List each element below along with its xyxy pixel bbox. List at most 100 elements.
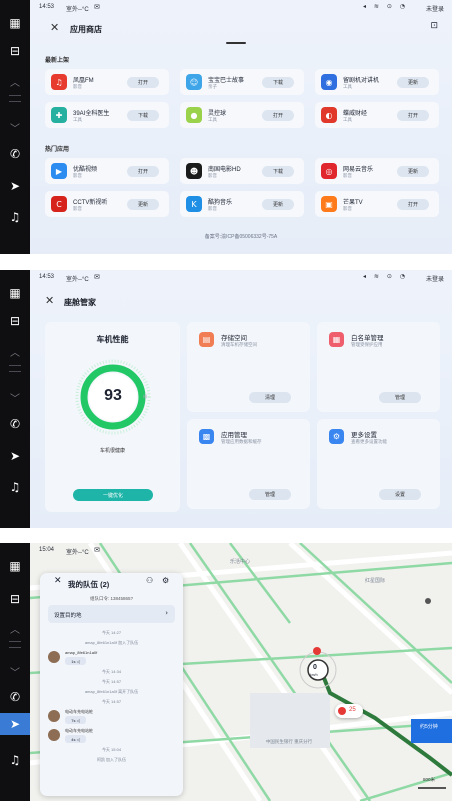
fan-up-icon[interactable]: ︿	[0, 617, 30, 639]
performance-card: 车机性能 93 ⊞ 车机很健康 一键优化	[45, 322, 180, 512]
status-bar: 14:53 室外--°C ✉ ◂ ≋ ⊙ ◔ 未登录	[30, 270, 452, 284]
apps-grid-icon[interactable]: ▦	[0, 555, 30, 577]
tool-icon: ▤	[199, 332, 214, 347]
app-action-button[interactable]: 更新	[262, 199, 294, 210]
download-manager-icon[interactable]: ⊡	[430, 21, 438, 31]
message-time: 今天 14:57	[101, 699, 122, 704]
tool-action-button[interactable]: 管理	[249, 489, 291, 500]
mail-icon[interactable]: ✉	[94, 3, 100, 11]
phone-icon[interactable]: ✆	[0, 686, 30, 708]
phone-icon[interactable]: ✆	[0, 143, 30, 165]
app-card[interactable]: ✚ 39AI全科医生 工具 下载	[45, 102, 169, 128]
app-category: 亲子	[208, 84, 217, 89]
map-view[interactable]: 乐活中心 红星国际 中国民生银行 重庆分行 0 km/h 25 约5分钟 800…	[30, 543, 452, 801]
music-icon[interactable]: ♫	[0, 206, 30, 228]
app-action-button[interactable]: 更新	[127, 199, 159, 210]
message-sender: amap_8fe61n1a0f	[65, 650, 98, 655]
app-action-button[interactable]: 打开	[127, 77, 159, 88]
app-category: 影音	[73, 173, 82, 178]
voice-message[interactable]: 4s ◁	[65, 735, 86, 743]
app-action-button[interactable]: 打开	[127, 166, 159, 177]
app-icon: ◎	[321, 163, 337, 179]
app-action-button[interactable]: 下载	[127, 110, 159, 121]
app-icon: ◉	[321, 74, 337, 90]
app-action-button[interactable]: 打开	[397, 110, 429, 121]
app-name: 凤凰FM	[73, 78, 94, 84]
fan-up-icon[interactable]: ︿	[0, 340, 30, 362]
tool-icon: ▦	[329, 332, 344, 347]
app-card[interactable]: ▶ 优酷视频 影音 打开	[45, 158, 169, 184]
fan-up-icon[interactable]: ︿	[0, 70, 30, 92]
app-card[interactable]: K 酷狗音乐 影音 更新	[180, 191, 304, 217]
music-icon[interactable]: ♫	[0, 476, 30, 498]
seat-icon[interactable]: ⊟	[0, 40, 30, 62]
seat-icon[interactable]: ⊟	[0, 588, 30, 610]
close-icon[interactable]: ✕	[50, 21, 59, 34]
tool-card: ▦ 白名单管理 管理受保护应用 管理	[317, 322, 440, 412]
voice-message[interactable]: 7s ◁	[65, 716, 86, 724]
app-card[interactable]: C CCTV新视听 影音 更新	[45, 191, 169, 217]
app-card[interactable]: ◉ 留剧机对讲机 工具 更新	[315, 69, 439, 95]
fan-down-icon[interactable]: ﹀	[0, 116, 30, 138]
set-destination-button[interactable]: 设置目的地 ›	[48, 605, 175, 623]
tool-title: 白名单管理	[351, 335, 384, 342]
app-icon: ♫	[51, 74, 67, 90]
apps-grid-icon[interactable]: ▦	[0, 282, 30, 304]
icp-footer: 备案号:渝ICP备05006332号-75A	[204, 234, 278, 240]
app-card[interactable]: ♫ 凤凰FM 影音 打开	[45, 69, 169, 95]
signal-icons: ◂ ≋ ⊙ ◔	[362, 3, 408, 10]
app-card[interactable]: ● 灵控球 工具 打开	[180, 102, 304, 128]
app-card[interactable]: ◐ 蝶威财经 工具 打开	[315, 102, 439, 128]
tool-action-button[interactable]: 清理	[249, 392, 291, 403]
message-notice: amap_8fe61n1a0f 离开了队伍	[84, 689, 139, 694]
app-card[interactable]: ☻ 南国电影HD 影音 下载	[180, 158, 304, 184]
app-card[interactable]: ▣ 芒果TV 影音 打开	[315, 191, 439, 217]
phone-icon[interactable]: ✆	[0, 413, 30, 435]
settings-icon[interactable]: ⚙	[162, 576, 169, 585]
butler-content: 14:53 室外--°C ✉ ◂ ≋ ⊙ ◔ 未登录 ✕ 座舱管家 车机性能 9…	[30, 270, 452, 528]
app-card[interactable]: ☺ 宝宝巴士故事 亲子 下载	[180, 69, 304, 95]
mail-icon[interactable]: ✉	[94, 273, 100, 281]
close-icon[interactable]: ✕	[45, 294, 54, 307]
fan-down-icon[interactable]: ﹀	[0, 386, 30, 408]
teammate-marker[interactable]: 25	[335, 704, 363, 718]
app-name: 网易云音乐	[343, 167, 374, 173]
tool-icon: ⚙	[329, 429, 344, 444]
mail-icon[interactable]: ✉	[94, 546, 100, 554]
navigation-icon[interactable]: ➤	[0, 713, 30, 735]
app-icon: ▶	[51, 163, 67, 179]
voice-message[interactable]: 1s ◁	[65, 657, 86, 665]
team-code: 组队口令: 13845865?	[89, 596, 134, 601]
music-icon[interactable]: ♫	[0, 749, 30, 771]
close-icon[interactable]: ✕	[54, 576, 62, 586]
score-value: 93	[104, 387, 122, 404]
app-action-button[interactable]: 下载	[262, 166, 294, 177]
optimize-button[interactable]: 一键优化	[73, 489, 153, 501]
app-card[interactable]: ◎ 网易云音乐 影音 更新	[315, 158, 439, 184]
tool-icon: ▩	[199, 429, 214, 444]
app-action-button[interactable]: 更新	[397, 77, 429, 88]
app-icon: ●	[186, 107, 202, 123]
seat-icon[interactable]: ⊟	[0, 310, 30, 332]
app-action-button[interactable]: 下载	[262, 77, 294, 88]
speed-value: 0	[313, 664, 317, 671]
app-action-button[interactable]: 打开	[397, 199, 429, 210]
status-user[interactable]: 未登录	[426, 4, 444, 13]
app-name: 蝶威财经	[343, 111, 368, 117]
app-icon: ◐	[321, 107, 337, 123]
route-info[interactable]: 约5分钟	[420, 723, 438, 730]
app-category: 影音	[208, 173, 217, 178]
app-action-button[interactable]: 打开	[262, 110, 294, 121]
navigation-icon[interactable]: ➤	[0, 445, 30, 467]
status-bar: 14:53 室外--°C ✉ ◂ ≋ ⊙ ◔ 未登录	[30, 0, 452, 14]
apps-grid-icon[interactable]: ▦	[0, 12, 30, 34]
fan-down-icon[interactable]: ﹀	[0, 660, 30, 682]
app-category: 工具	[343, 117, 352, 122]
navigation-icon[interactable]: ➤	[0, 175, 30, 197]
tool-action-button[interactable]: 设置	[379, 489, 421, 500]
app-action-button[interactable]: 更新	[397, 166, 429, 177]
status-user[interactable]: 未登录	[426, 274, 444, 283]
team-members-icon[interactable]: ⚇	[146, 576, 153, 585]
performance-title: 车机性能	[96, 335, 129, 344]
tool-action-button[interactable]: 管理	[379, 392, 421, 403]
